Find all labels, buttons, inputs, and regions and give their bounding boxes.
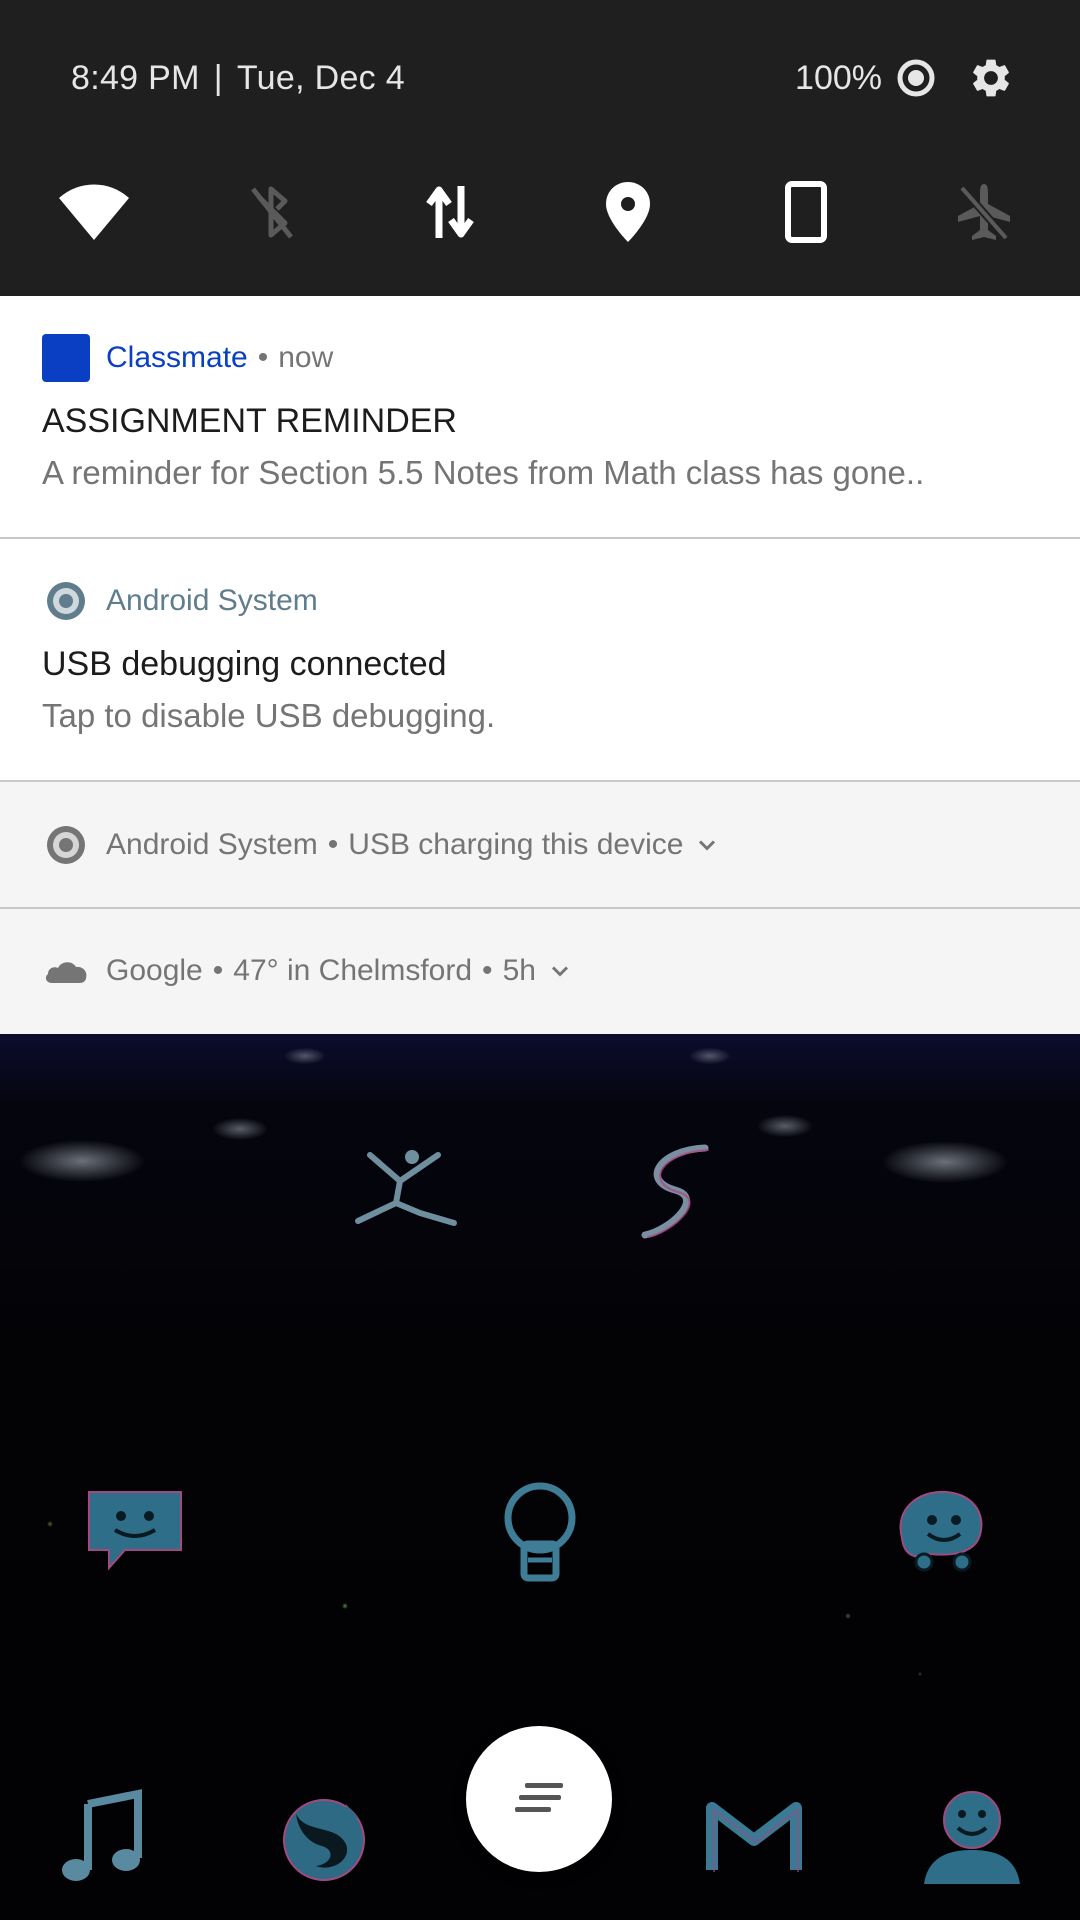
android-system-icon xyxy=(47,582,85,620)
notification-header: Android System • USB charging this devic… xyxy=(42,821,721,869)
messaging-app-icon[interactable] xyxy=(85,1486,185,1576)
battery-saver-icon[interactable] xyxy=(894,56,938,100)
status-separator: | xyxy=(213,58,223,97)
notification-classmate[interactable]: Classmate • now ASSIGNMENT REMINDER A re… xyxy=(0,296,1080,538)
status-time-date: 8:49 PM | Tue, Dec 4 xyxy=(71,58,405,98)
notification-header: Google • 47° in Chelmsford • 5h xyxy=(42,947,574,995)
notification-text: Tap to disable USB debugging. xyxy=(42,697,496,734)
contacts-app-icon[interactable] xyxy=(920,1786,1024,1886)
app-drawer-icon xyxy=(515,1783,563,1812)
lightbulb-app-icon[interactable] xyxy=(500,1478,580,1588)
location-pin-icon xyxy=(606,182,650,242)
notification-usb-debugging[interactable]: Android System USB debugging connected T… xyxy=(0,539,1080,781)
notification-app-name: Classmate xyxy=(106,341,248,374)
notification-usb-charging[interactable]: Android System • USB charging this devic… xyxy=(0,782,1080,908)
notification-summary: USB charging this device xyxy=(348,828,684,861)
battery-percentage[interactable]: 100% xyxy=(795,59,882,98)
music-app-icon[interactable] xyxy=(60,1789,144,1884)
notification-separator: • xyxy=(257,341,269,374)
tile-wifi[interactable] xyxy=(54,172,134,252)
android-system-icon xyxy=(47,826,85,864)
notification-app-name: Android System xyxy=(106,584,318,617)
notification-title: ASSIGNMENT REMINDER xyxy=(42,402,457,440)
notification-summary: 47° in Chelmsford xyxy=(233,954,473,987)
tile-bluetooth[interactable] xyxy=(232,172,312,252)
notification-text: A reminder for Section 5.5 Notes from Ma… xyxy=(42,454,925,491)
data-arrows-icon xyxy=(426,186,474,238)
notification-title: USB debugging connected xyxy=(42,645,447,683)
settings-gear-icon[interactable] xyxy=(968,55,1014,101)
quick-tiles-row xyxy=(0,172,1080,252)
tile-airplane-mode[interactable] xyxy=(944,172,1024,252)
bluetooth-off-icon xyxy=(251,186,293,239)
cloud-icon xyxy=(45,962,87,983)
firefox-app-icon[interactable] xyxy=(276,1794,372,1884)
app-drawer-button[interactable] xyxy=(466,1726,612,1872)
tile-mobile-data[interactable] xyxy=(410,172,490,252)
waze-app-icon[interactable] xyxy=(890,1488,990,1574)
chevron-down-icon[interactable] xyxy=(546,957,574,985)
notification-separator: • xyxy=(482,954,493,987)
tile-location[interactable] xyxy=(588,172,668,252)
notification-google-weather[interactable]: Google • 47° in Chelmsford • 5h xyxy=(0,909,1080,1034)
classmate-app-icon xyxy=(42,334,90,382)
dancer-app-icon[interactable] xyxy=(350,1143,460,1233)
notification-time: 5h xyxy=(502,954,536,987)
notification-header: Classmate • now xyxy=(42,334,333,382)
s-logo-app-icon[interactable] xyxy=(630,1140,720,1240)
tile-auto-rotate[interactable] xyxy=(766,172,846,252)
phone-portrait-icon xyxy=(785,181,827,243)
notification-app-name: Google xyxy=(106,954,203,987)
notification-app-name: Android System xyxy=(106,828,318,861)
status-time: 8:49 PM xyxy=(71,58,200,97)
airplane-off-icon xyxy=(958,184,1010,241)
notification-time: now xyxy=(278,341,334,374)
quick-settings-panel: 8:49 PM | Tue, Dec 4 100% xyxy=(0,0,1080,296)
notification-separator: • xyxy=(327,828,339,861)
wifi-icon xyxy=(59,184,129,240)
notification-header: Android System xyxy=(42,577,318,625)
android-screen: 8:49 PM | Tue, Dec 4 100% Classmate • no… xyxy=(0,0,1080,1920)
gmail-app-icon[interactable] xyxy=(706,1800,802,1874)
chevron-down-icon[interactable] xyxy=(693,831,721,859)
status-right-group: 100% xyxy=(795,52,1014,104)
notification-separator: • xyxy=(212,954,224,987)
status-date[interactable]: Tue, Dec 4 xyxy=(237,59,405,98)
